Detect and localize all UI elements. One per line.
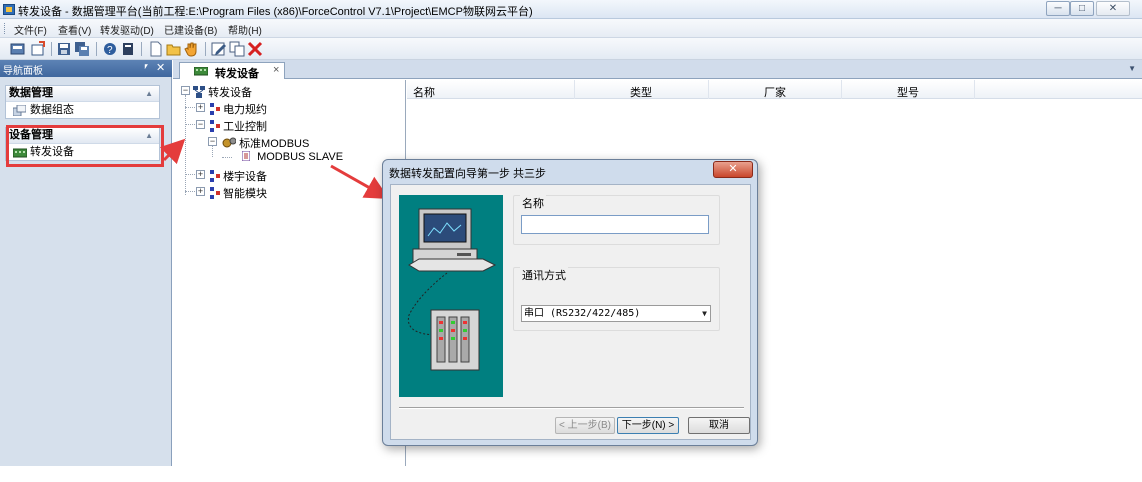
document-tab-bar: 转发设备 × ▼ bbox=[173, 60, 1142, 80]
column-name[interactable]: 名称 bbox=[413, 84, 435, 100]
collapse-icon[interactable]: ▲ bbox=[145, 86, 153, 101]
window-title: 转发设备 - 数据管理平台(当前工程:E:\Program Files (x86… bbox=[18, 6, 533, 18]
protocol-icon bbox=[210, 187, 220, 199]
gears-icon bbox=[222, 137, 237, 148]
network-icon bbox=[193, 86, 205, 98]
save-all-icon[interactable] bbox=[74, 41, 90, 57]
document-icon bbox=[241, 150, 251, 162]
title-bar: 转发设备 - 数据管理平台(当前工程:E:\Program Files (x86… bbox=[0, 0, 1142, 19]
nav-panel-header: 导航面板 ⎖ ✕ bbox=[0, 60, 172, 77]
menu-bar: 文件(F) 查看(V) 转发驱动(D) 已建设备(B) 帮助(H) bbox=[0, 19, 1142, 38]
comm-method-select[interactable]: 串口 (RS232/422/485) ▼ bbox=[521, 305, 711, 322]
navigation-panel: 导航面板 ⎖ ✕ 数据管理 ▲ 数据组态 设备管理 ▲ 转发设备 bbox=[0, 60, 172, 482]
tab-dropdown-icon[interactable]: ▼ bbox=[1128, 64, 1136, 73]
delete-icon[interactable] bbox=[247, 41, 263, 57]
svg-text:?: ? bbox=[107, 45, 113, 56]
menu-forward-driver[interactable]: 转发驱动(D) bbox=[100, 22, 154, 37]
tree-node-standard-modbus[interactable]: 标准MODBUS bbox=[222, 135, 309, 151]
toolbar: ? bbox=[0, 38, 1142, 60]
expand-toggle[interactable]: + bbox=[196, 103, 205, 112]
back-button[interactable]: < 上一步(B) bbox=[555, 417, 615, 434]
dialog-body: 名称 通讯方式 串口 (RS232/422/485) ▼ < 上一步(B) 下一… bbox=[390, 184, 751, 440]
dialog-title: 数据转发配置向导第一步 共三步 bbox=[389, 168, 547, 180]
wizard-illustration bbox=[399, 195, 503, 397]
tab-label: 转发设备 bbox=[215, 68, 259, 80]
chevron-down-icon: ▼ bbox=[702, 309, 707, 318]
collapse-toggle[interactable]: − bbox=[181, 86, 190, 95]
copy-icon[interactable] bbox=[229, 41, 245, 57]
device-tree: − 转发设备 + 电力规约 − 工业控制 − 标准MODBUS MODBUS S… bbox=[173, 80, 406, 466]
column-divider[interactable] bbox=[841, 80, 842, 99]
nav-panel-title: 导航面板 bbox=[3, 66, 43, 77]
config-wizard-dialog: 数据转发配置向导第一步 共三步 ✕ 名称 通讯方式 串口 (RS232/422/… bbox=[382, 159, 758, 446]
group-header[interactable]: 数据管理 ▲ bbox=[6, 86, 159, 101]
column-divider[interactable] bbox=[574, 80, 575, 99]
column-vendor[interactable]: 厂家 bbox=[764, 84, 786, 100]
list-header: 名称 类型 厂家 型号 bbox=[407, 80, 1142, 99]
tree-node-modbus-slave[interactable]: MODBUS SLAVE bbox=[241, 150, 343, 163]
collapse-toggle[interactable]: − bbox=[196, 120, 205, 129]
protocol-icon bbox=[210, 170, 220, 182]
nav-item-data-config[interactable]: 数据组态 bbox=[6, 101, 159, 118]
menu-built-devices[interactable]: 已建设备(B) bbox=[164, 22, 217, 37]
new-window-icon[interactable] bbox=[30, 41, 46, 57]
open-folder-icon[interactable] bbox=[166, 41, 182, 57]
device-icon bbox=[193, 66, 209, 76]
tree-node-power-protocol[interactable]: 电力规约 bbox=[210, 101, 267, 117]
name-input[interactable] bbox=[521, 215, 709, 234]
new-file-icon[interactable] bbox=[148, 41, 164, 57]
tree-node-building-equipment[interactable]: 楼宇设备 bbox=[210, 168, 267, 184]
tree-node-smart-module[interactable]: 智能模块 bbox=[210, 185, 267, 201]
column-model[interactable]: 型号 bbox=[897, 84, 919, 100]
close-icon[interactable]: ✕ bbox=[156, 61, 165, 74]
next-button[interactable]: 下一步(N) > bbox=[617, 417, 679, 434]
menu-view[interactable]: 查看(V) bbox=[58, 22, 91, 37]
tree-line bbox=[185, 95, 186, 195]
data-config-icon bbox=[12, 104, 27, 117]
close-tab-icon[interactable]: × bbox=[273, 64, 279, 76]
toolbar-separator bbox=[96, 42, 97, 56]
menu-grip bbox=[4, 23, 6, 34]
status-strip bbox=[0, 466, 1142, 482]
tree-line bbox=[222, 157, 232, 158]
edit-icon[interactable] bbox=[211, 41, 227, 57]
menu-file[interactable]: 文件(F) bbox=[14, 22, 47, 37]
maximize-button[interactable]: □ bbox=[1070, 1, 1094, 16]
menu-help[interactable]: 帮助(H) bbox=[228, 22, 262, 37]
group-data-management: 数据管理 ▲ 数据组态 bbox=[5, 85, 160, 119]
dialog-close-button[interactable]: ✕ bbox=[713, 161, 753, 178]
column-divider[interactable] bbox=[708, 80, 709, 99]
protocol-icon bbox=[210, 103, 220, 115]
toolbar-separator bbox=[141, 42, 142, 56]
app-icon bbox=[3, 4, 15, 15]
highlight-box-nav bbox=[6, 125, 164, 167]
hand-icon[interactable] bbox=[184, 41, 200, 57]
tab-forward-device[interactable]: 转发设备 × bbox=[179, 62, 285, 80]
close-window-button[interactable]: ✕ bbox=[1096, 1, 1130, 16]
tree-node-industrial-control[interactable]: 工业控制 bbox=[210, 118, 267, 134]
expand-toggle[interactable]: + bbox=[196, 187, 205, 196]
toolbar-separator bbox=[205, 42, 206, 56]
save-icon[interactable] bbox=[56, 41, 72, 57]
column-divider[interactable] bbox=[974, 80, 975, 99]
computer-network-icon bbox=[407, 208, 497, 371]
expand-toggle[interactable]: + bbox=[196, 170, 205, 179]
toolbar-separator bbox=[51, 42, 52, 56]
comm-label: 通讯方式 bbox=[520, 267, 568, 283]
minimize-button[interactable]: ─ bbox=[1046, 1, 1070, 16]
collapse-toggle[interactable]: − bbox=[208, 137, 217, 146]
column-type[interactable]: 类型 bbox=[630, 84, 652, 100]
help-icon[interactable]: ? bbox=[102, 41, 118, 57]
dialog-separator bbox=[399, 407, 744, 409]
config-icon[interactable] bbox=[10, 41, 26, 57]
protocol-icon bbox=[210, 120, 220, 132]
cancel-button[interactable]: 取消 bbox=[688, 417, 750, 434]
tree-node-root[interactable]: 转发设备 bbox=[193, 84, 252, 100]
name-label: 名称 bbox=[520, 195, 546, 211]
pin-icon[interactable]: ⎖ bbox=[142, 61, 150, 72]
book-icon[interactable] bbox=[120, 41, 136, 57]
